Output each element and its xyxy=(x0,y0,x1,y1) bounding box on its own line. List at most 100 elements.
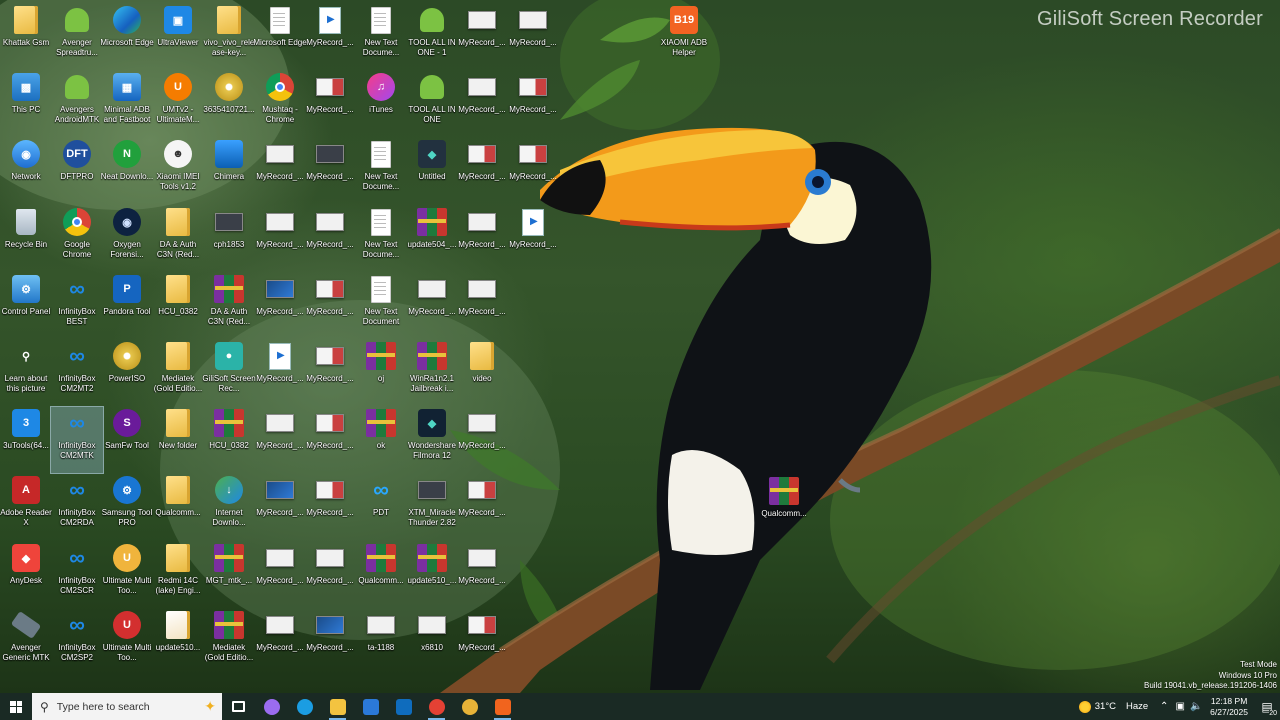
desktop-icon-da-auth-c3n-red[interactable]: DA & Auth C3N (Red... xyxy=(152,206,204,272)
desktop-icon-internet-downlo[interactable]: ↓ Internet Downlo... xyxy=(203,474,255,540)
taskbar-clock[interactable]: 12:18 PM 6/27/2025 xyxy=(1204,696,1254,718)
desktop-icon-myrecord[interactable]: MyRecord_... xyxy=(456,4,508,70)
desktop-icon-avenger-spreadtru[interactable]: Avenger Spreadtru... xyxy=(51,4,103,70)
desktop-icon-update504[interactable]: update504_... xyxy=(406,206,458,272)
desktop-icon-myrecord[interactable]: MyRecord_... xyxy=(254,206,306,272)
desktop-icon-anydesk[interactable]: ◆ AnyDesk xyxy=(0,542,52,608)
desktop-icon-myrecord[interactable]: MyRecord_... xyxy=(304,71,356,137)
desktop-icon-myrecord[interactable]: MyRecord_... xyxy=(456,206,508,272)
desktop-icon-da-auth-c3n-red[interactable]: DA & Auth C3N (Red... xyxy=(203,273,255,339)
desktop-icon-tool-all-in-one[interactable]: TOOL ALL IN ONE xyxy=(406,71,458,137)
desktop-icon-myrecord[interactable]: MyRecord_... xyxy=(507,138,559,204)
desktop-icon-infinitybox-cm2rda[interactable]: ∞ InfinityBox CM2RDA xyxy=(51,474,103,540)
desktop-icon-samsung-tool-pro[interactable]: ⚙ Samsung Tool PRO xyxy=(101,474,153,540)
desktop-icon-myrecord[interactable]: MyRecord_... xyxy=(304,206,356,272)
taskbar-chrome-button[interactable] xyxy=(420,693,453,720)
desktop-icon-myrecord[interactable]: MyRecord_... xyxy=(507,4,559,70)
desktop-icon-myrecord[interactable]: MyRecord_... xyxy=(254,542,306,608)
taskbar-file-explorer-button[interactable] xyxy=(321,693,354,720)
desktop-icon-wondershare-filmora-12[interactable]: ◆ Wondershare Filmora 12 xyxy=(406,407,458,473)
desktop-icon-google-chrome[interactable]: Google Chrome xyxy=(51,206,103,272)
desktop-icon-mushtaq-chrome[interactable]: Mushtaq - Chrome xyxy=(254,71,306,137)
desktop-icon-update510[interactable]: update510... xyxy=(152,609,204,675)
desktop-icon-cph1853[interactable]: cph1853 xyxy=(203,206,255,272)
desktop-icon-myrecord[interactable]: MyRecord_... xyxy=(456,542,508,608)
desktop-icon-umtv2-ultimatem[interactable]: U UMTv2 - UltimateM... xyxy=(152,71,204,137)
desktop-icon-infinitybox-cm2mt2[interactable]: ∞ InfinityBox CM2MT2 xyxy=(51,340,103,406)
chevron-up-icon[interactable]: ⌃ xyxy=(1156,701,1172,712)
desktop-icon-myrecord[interactable]: MyRecord_... xyxy=(254,474,306,540)
desktop-icon-avengers-androidmtk[interactable]: Avengers AndroidMTK xyxy=(51,71,103,137)
desktop-icon-xiaomi-imei-tools-v1-2[interactable]: ☻ Xiaomi IMEI Tools v1.2 xyxy=(152,138,204,204)
desktop-icon-ultimate-multi-too[interactable]: U Ultimate Multi Too... xyxy=(101,542,153,608)
desktop-icon-myrecord[interactable]: MyRecord_... xyxy=(304,542,356,608)
desktop-icon-control-panel[interactable]: ⚙ Control Panel xyxy=(0,273,52,339)
desktop-icon-tool-all-in-one-1[interactable]: TOOL ALL IN ONE - 1 xyxy=(406,4,458,70)
desktop-icon-video[interactable]: video xyxy=(456,340,508,406)
desktop-icon-myrecord[interactable]: MyRecord_... xyxy=(456,138,508,204)
desktop-icon-mgt-mtk[interactable]: MGT_mtk_... xyxy=(203,542,255,608)
desktop-icon-update510[interactable]: update510_... xyxy=(406,542,458,608)
desktop-icon-infinitybox-cm2scr[interactable]: ∞ InfinityBox CM2SCR xyxy=(51,542,103,608)
desktop-icon-ta-1188[interactable]: ta-1188 xyxy=(355,609,407,675)
desktop-icon-infinitybox-best[interactable]: ∞ InfinityBox BEST xyxy=(51,273,103,339)
desktop-icon-myrecord[interactable]: MyRecord_... xyxy=(304,273,356,339)
weather-widget[interactable]: 31°C Haze xyxy=(1071,700,1156,713)
desktop-icon-chimera[interactable]: Chimera xyxy=(203,138,255,204)
volume-icon[interactable]: 🔈 xyxy=(1188,701,1204,712)
desktop-icon-poweriso[interactable]: PowerISO xyxy=(101,340,153,406)
desktop-icon-vivo-vivo-release-key[interactable]: vivo_vivo_release-key... xyxy=(203,4,255,70)
desktop-icon-oj[interactable]: oj xyxy=(355,340,407,406)
desktop-icon-ultimate-multi-too[interactable]: U Ultimate Multi Too... xyxy=(101,609,153,675)
desktop-icon-khattak-gsm[interactable]: Khattak Gsm xyxy=(0,4,52,70)
taskbar-store-button[interactable] xyxy=(354,693,387,720)
taskbar-outlook-button[interactable] xyxy=(387,693,420,720)
desktop-icon-hcu-0382[interactable]: HCU_0382 xyxy=(203,407,255,473)
start-button[interactable] xyxy=(0,693,32,720)
desktop-icon-gilisoft-screen-rec[interactable]: ● GiliSoft Screen Rec... xyxy=(202,340,256,406)
desktop-icon-myrecord[interactable]: MyRecord_... xyxy=(406,273,458,339)
desktop-icon-myrecord[interactable]: MyRecord_... xyxy=(456,273,508,339)
desktop-icon-untitled[interactable]: ◆ Untitled xyxy=(406,138,458,204)
desktop-icon-pdt[interactable]: ∞ PDT xyxy=(355,474,407,540)
notification-center-button[interactable]: ▤ 20 xyxy=(1254,693,1280,720)
desktop-icon-qualcomm[interactable]: Qualcomm... xyxy=(355,542,407,608)
desktop-icon-itunes[interactable]: ♫ iTunes xyxy=(355,71,407,137)
desktop-icon-myrecord[interactable]: MyRecord_... xyxy=(456,474,508,540)
desktop-icon-new-text-docume[interactable]: New Text Docume... xyxy=(355,206,407,272)
taskbar-poweriso-button[interactable] xyxy=(453,693,486,720)
desktop-icon-redmi-14c-lake-engi[interactable]: Redmi 14C (lake) Engi... xyxy=(152,542,204,608)
desktop-icon-new-text-docume[interactable]: New Text Docume... xyxy=(355,4,407,70)
desktop-icon-microsoft-edge[interactable]: Microsoft Edge xyxy=(100,4,154,70)
desktop-icon-this-pc[interactable]: ▩ This PC xyxy=(0,71,52,137)
desktop-icon-samfw-tool[interactable]: S SamFw Tool xyxy=(101,407,153,473)
desktop-icon-3635410721[interactable]: 3635410721... xyxy=(203,71,255,137)
desktop-icon-infinitybox-cm2mtk[interactable]: ∞ InfinityBox CM2MTK xyxy=(50,406,104,474)
desktop-icon-myrecord[interactable]: MyRecord_... xyxy=(254,340,306,406)
desktop-icon-myrecord[interactable]: MyRecord_... xyxy=(507,206,559,272)
network-icon[interactable]: ▣ xyxy=(1172,701,1188,712)
desktop-icon-myrecord[interactable]: MyRecord_... xyxy=(456,407,508,473)
desktop-icon-ultraviewer[interactable]: ▣ UltraViewer xyxy=(152,4,204,70)
desktop-icon-infinitybox-cm2sp2[interactable]: ∞ InfinityBox CM2SP2 xyxy=(51,609,103,675)
desktop-icon-microsoft-edge[interactable]: Microsoft Edge xyxy=(253,4,307,70)
desktop-icon-mediatek-gold-editio[interactable]: Mediatek (Gold Editio... xyxy=(152,340,204,406)
desktop-icon-qualcomm[interactable]: Qualcomm... xyxy=(152,474,204,540)
desktop-icon-dftpro[interactable]: DFT DFTPRO xyxy=(51,138,103,204)
desktop-icon-xiaomi-adb[interactable]: B19 XIAOMI ADB Helper xyxy=(658,4,710,70)
desktop-icon-pandora-tool[interactable]: P Pandora Tool xyxy=(101,273,153,339)
desktop-icon-myrecord[interactable]: MyRecord_... xyxy=(507,71,559,137)
taskbar-edge-button[interactable] xyxy=(288,693,321,720)
desktop-icon-myrecord[interactable]: MyRecord_... xyxy=(304,609,356,675)
desktop-icon-minimal-adb-and-fastboot[interactable]: ▦ Minimal ADB and Fastboot xyxy=(101,71,153,137)
desktop-icon-new-text-document[interactable]: New Text Document xyxy=(355,273,407,339)
desktop-icon-xtm-miracle-thunder-2-82[interactable]: XTM_Miracle Thunder 2.82 xyxy=(406,474,458,540)
desktop-icon-myrecord[interactable]: MyRecord_... xyxy=(456,71,508,137)
taskbar-copilot-button[interactable] xyxy=(255,693,288,720)
desktop-icon-adobe-reader-x[interactable]: A Adobe Reader X xyxy=(0,474,52,540)
desktop-icon-x6810[interactable]: x6810 xyxy=(406,609,458,675)
taskbar-search[interactable]: ⚲ Type here to search ✦ xyxy=(32,693,222,720)
desktop-icon-new-text-docume[interactable]: New Text Docume... xyxy=(355,138,407,204)
desktop-icon-myrecord[interactable]: MyRecord_... xyxy=(254,273,306,339)
desktop-icon-oxygen-forensi[interactable]: ◉ Oxygen Forensi... xyxy=(101,206,153,272)
